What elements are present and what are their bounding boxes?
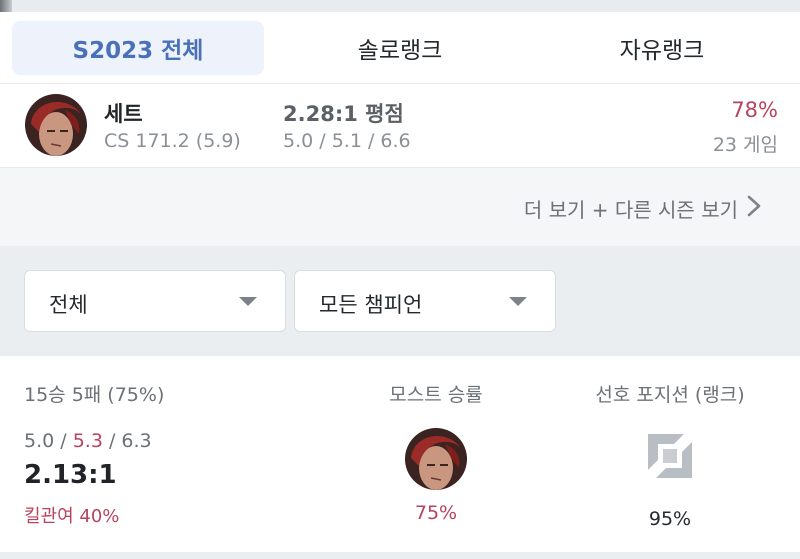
summary-kda: 5.0 / 5.3 / 6.3 <box>24 430 152 452</box>
kda-separator: / <box>54 430 73 452</box>
tab-s2023-all[interactable]: S2023 전체 <box>12 21 264 75</box>
champion-filter-select[interactable]: 모든 챔피언 <box>294 270 556 332</box>
kda-assists: 6.3 <box>121 430 152 452</box>
preferred-position-title: 선호 포지션 (랭크) <box>595 384 745 406</box>
kda-deaths: 5.3 <box>72 430 103 452</box>
most-winrate-title: 모스트 승률 <box>389 384 483 406</box>
position-jungle-icon <box>648 434 692 478</box>
filter-bar: 전체 모든 챔피언 <box>0 246 800 356</box>
preferred-position-value: 95% <box>648 508 692 530</box>
season-tabs: S2023 전체 솔로랭크 자유랭크 <box>0 12 800 84</box>
win-loss-record: 15승 5패 (75%) <box>24 384 165 406</box>
champion-cs: CS 171.2 (5.9) <box>104 130 241 152</box>
champion-kda: 5.0 / 5.1 / 6.6 <box>283 130 411 152</box>
summary-panel: 15승 5패 (75%) 5.0 / 5.3 / 6.3 2.13:1 킬관여 … <box>0 356 800 552</box>
champion-games: 23 게임 <box>712 134 778 156</box>
champion-portrait-icon <box>25 94 87 156</box>
summary-kda-ratio: 2.13:1 <box>24 460 117 490</box>
champion-filter-value: 모든 챔피언 <box>319 293 423 317</box>
top-strip <box>0 0 800 80</box>
bottom-divider <box>0 552 800 559</box>
chevron-right-icon[interactable] <box>742 192 766 220</box>
queue-filter-select[interactable]: 전체 <box>24 270 286 332</box>
champion-winrate: 78% <box>731 98 778 122</box>
dropdown-caret-icon <box>239 297 257 306</box>
more-seasons-link[interactable]: 더 보기 + 다른 시즌 보기 <box>524 194 738 223</box>
kill-participation: 킬관여 40% <box>24 506 120 527</box>
more-row: 더 보기 + 다른 시즌 보기 <box>0 168 800 246</box>
tab-flex-rank[interactable]: 자유랭크 <box>536 21 788 75</box>
champion-kda-ratio: 2.28:1 평점 <box>283 102 404 126</box>
kda-separator: / <box>102 430 122 452</box>
match-history-page: S2023 전체 솔로랭크 자유랭크 세트 CS 171.2 (5.9) 2.2… <box>0 0 800 559</box>
champion-name: 세트 <box>104 102 143 126</box>
tab-solo-rank[interactable]: 솔로랭크 <box>276 21 524 75</box>
most-winrate-value: 75% <box>414 502 458 524</box>
dropdown-caret-icon <box>509 297 527 306</box>
champion-stats-row[interactable]: 세트 CS 171.2 (5.9) 2.28:1 평점 5.0 / 5.1 / … <box>0 84 800 168</box>
kda-kills: 5.0 <box>24 430 55 452</box>
champion-portrait-icon[interactable] <box>405 428 467 490</box>
queue-filter-value: 전체 <box>49 293 88 317</box>
